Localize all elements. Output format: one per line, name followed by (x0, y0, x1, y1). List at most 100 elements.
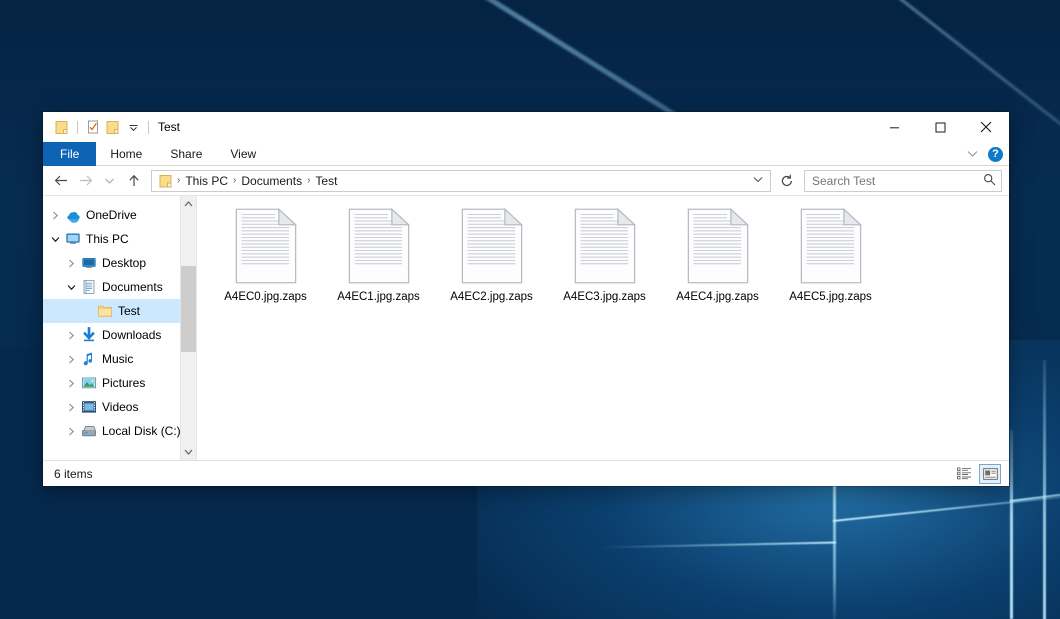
file-list-pane[interactable]: A4EC0.jpg.zaps A4EC1.jpg.zaps A4EC2.jpg.za… (197, 196, 1009, 460)
sidebar-item-label: Pictures (99, 376, 145, 390)
address-dropdown-icon[interactable] (746, 175, 770, 186)
file-item[interactable]: A4EC2.jpg.zaps (435, 204, 548, 303)
chevron-down-icon[interactable] (967, 147, 978, 161)
view-mode-buttons (953, 464, 1001, 484)
sidebar-item-videos[interactable]: Videos (43, 395, 196, 419)
explorer-body: OneDrive This PC Desktop Documents Test Downl… (43, 196, 1009, 460)
win-logo-ray (833, 472, 836, 619)
chevron-right-icon[interactable] (63, 331, 79, 340)
breadcrumb-test[interactable]: Test (312, 174, 340, 188)
search-icon[interactable] (983, 173, 996, 189)
new-folder-icon[interactable] (103, 116, 123, 138)
toolbar-separator (148, 121, 149, 134)
onedrive-cloud-icon (63, 207, 83, 223)
breadcrumb-bar[interactable]: › This PC › Documents › Test (151, 170, 771, 192)
file-explorer-window: Test File Home Share View ? (43, 112, 1009, 486)
sidebar-item-label: Music (99, 352, 133, 366)
file-name-label: A4EC2.jpg.zaps (450, 291, 532, 303)
sidebar-item-label: Videos (99, 400, 138, 414)
chevron-right-icon[interactable] (63, 259, 79, 268)
chevron-right-icon[interactable] (63, 403, 79, 412)
generic-document-icon (348, 208, 410, 284)
sidebar-item-test[interactable]: Test (43, 299, 196, 323)
chevron-right-icon[interactable] (47, 211, 63, 220)
sidebar-item-label: Test (115, 304, 140, 318)
videos-film-icon (79, 399, 99, 415)
details-view-button[interactable] (953, 464, 975, 484)
address-bar-row: › This PC › Documents › Test (43, 166, 1009, 196)
file-name-label: A4EC4.jpg.zaps (676, 291, 758, 303)
sidebar-item-label: Desktop (99, 256, 146, 270)
folder-icon[interactable] (52, 116, 72, 138)
tab-home[interactable]: Home (96, 142, 156, 166)
win-logo-ray (1043, 360, 1046, 619)
tab-view[interactable]: View (216, 142, 270, 166)
large-icons-view-button[interactable] (979, 464, 1001, 484)
breadcrumb-this-pc[interactable]: This PC (182, 174, 231, 188)
back-button[interactable] (49, 169, 73, 193)
chevron-right-icon[interactable] (63, 427, 79, 436)
music-note-icon (79, 351, 99, 367)
breadcrumb-folder-icon[interactable] (156, 174, 175, 188)
scroll-up-arrow-icon[interactable] (181, 196, 196, 212)
generic-document-icon (461, 208, 523, 284)
sidebar-item-this-pc[interactable]: This PC (43, 227, 196, 251)
search-box[interactable] (804, 170, 1002, 192)
file-item[interactable]: A4EC5.jpg.zaps (774, 204, 887, 303)
file-item[interactable]: A4EC3.jpg.zaps (548, 204, 661, 303)
file-name-label: A4EC5.jpg.zaps (789, 291, 871, 303)
customize-dropdown-icon[interactable] (123, 116, 143, 138)
quick-access-toolbar (52, 116, 154, 138)
navigation-scrollbar[interactable] (180, 196, 196, 460)
status-bar: 6 items (43, 460, 1009, 486)
properties-checkbox-icon[interactable] (83, 116, 103, 138)
chevron-right-icon[interactable] (63, 355, 79, 364)
file-name-label: A4EC1.jpg.zaps (337, 291, 419, 303)
maximize-button[interactable] (917, 112, 963, 142)
close-button[interactable] (963, 112, 1009, 142)
chevron-down-icon[interactable] (63, 284, 79, 291)
downloads-arrow-icon (79, 327, 99, 343)
refresh-button[interactable] (776, 170, 798, 192)
item-count-label: 6 items (54, 467, 93, 481)
up-button[interactable] (121, 169, 147, 193)
desktop-monitor-icon (79, 255, 99, 271)
sidebar-item-pictures[interactable]: Pictures (43, 371, 196, 395)
sidebar-item-label: OneDrive (83, 208, 137, 222)
minimize-button[interactable] (871, 112, 917, 142)
sidebar-item-documents[interactable]: Documents (43, 275, 196, 299)
chevron-right-icon[interactable] (63, 379, 79, 388)
help-icon[interactable]: ? (988, 147, 1003, 162)
breadcrumb-separator: › (305, 175, 312, 186)
tab-share[interactable]: Share (156, 142, 216, 166)
chevron-down-icon[interactable] (47, 236, 63, 243)
window-title: Test (158, 120, 180, 134)
hard-drive-icon (79, 423, 99, 439)
recent-locations-button[interactable] (97, 169, 121, 193)
sidebar-item-onedrive[interactable]: OneDrive (43, 203, 196, 227)
title-bar: Test (43, 112, 1009, 142)
file-name-label: A4EC0.jpg.zaps (224, 291, 306, 303)
forward-button[interactable] (73, 169, 97, 193)
sidebar-item-label: Documents (99, 280, 163, 294)
sidebar-item-downloads[interactable]: Downloads (43, 323, 196, 347)
file-item[interactable]: A4EC1.jpg.zaps (322, 204, 435, 303)
file-grid: A4EC0.jpg.zaps A4EC1.jpg.zaps A4EC2.jpg.za… (197, 196, 1009, 303)
search-input[interactable] (812, 174, 983, 188)
scroll-down-arrow-icon[interactable] (181, 444, 196, 460)
file-item[interactable]: A4EC0.jpg.zaps (209, 204, 322, 303)
breadcrumb-separator: › (175, 175, 182, 186)
sidebar-item-music[interactable]: Music (43, 347, 196, 371)
tab-file[interactable]: File (43, 142, 96, 166)
scrollbar-thumb[interactable] (181, 266, 197, 352)
navigation-pane: OneDrive This PC Desktop Documents Test Downl… (43, 196, 197, 460)
file-item[interactable]: A4EC4.jpg.zaps (661, 204, 774, 303)
generic-document-icon (574, 208, 636, 284)
file-name-label: A4EC3.jpg.zaps (563, 291, 645, 303)
pictures-photo-icon (79, 375, 99, 391)
sidebar-item-desktop[interactable]: Desktop (43, 251, 196, 275)
win-logo-ray (1010, 430, 1013, 619)
window-controls (871, 112, 1009, 142)
breadcrumb-documents[interactable]: Documents (238, 174, 305, 188)
sidebar-item-local-disk-c[interactable]: Local Disk (C:) (43, 419, 196, 443)
